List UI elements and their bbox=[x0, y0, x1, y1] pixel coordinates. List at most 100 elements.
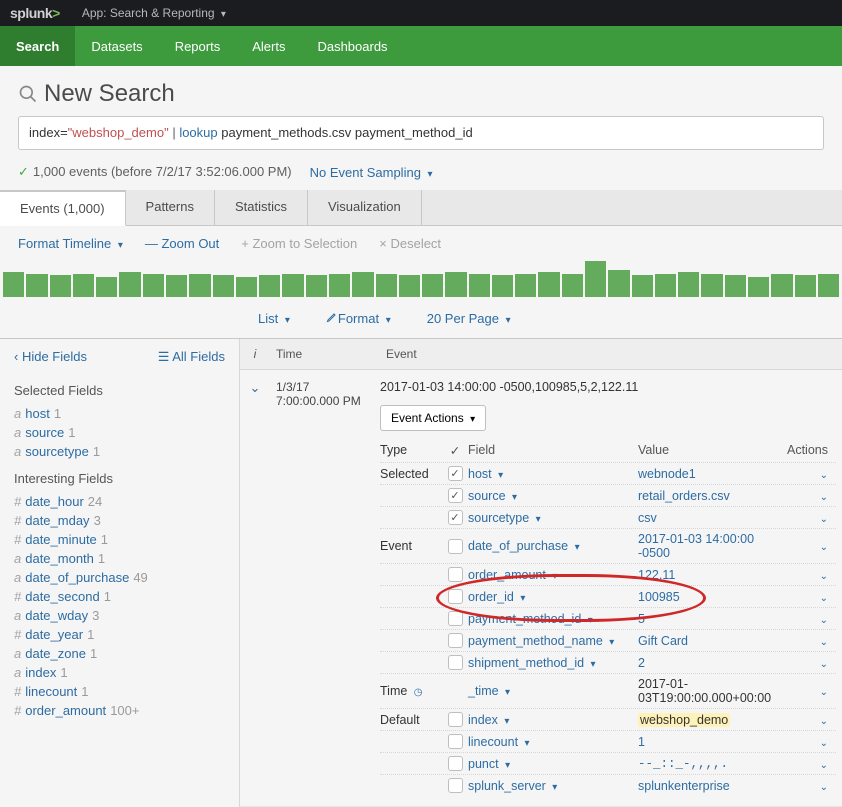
timeline-bar[interactable] bbox=[538, 272, 559, 297]
timeline-bar[interactable] bbox=[608, 270, 629, 298]
hide-fields[interactable]: ‹ Hide Fields bbox=[14, 349, 87, 365]
timeline-bar[interactable] bbox=[282, 274, 303, 297]
tab-patterns[interactable]: Patterns bbox=[126, 190, 215, 225]
col-time[interactable]: Time bbox=[270, 339, 380, 369]
timeline-bar[interactable] bbox=[492, 275, 513, 297]
interesting-field-date_month[interactable]: adate_month1 bbox=[14, 549, 225, 568]
field-value[interactable]: webshop_demo bbox=[638, 713, 784, 727]
format-events[interactable]: Format ▾ bbox=[326, 311, 391, 326]
selected-field-sourcetype[interactable]: asourcetype1 bbox=[14, 442, 225, 461]
field-value[interactable]: 5 bbox=[638, 612, 784, 626]
timeline-bar[interactable] bbox=[748, 277, 769, 297]
field-value[interactable]: 2 bbox=[638, 656, 784, 670]
event-raw[interactable]: 2017-01-03 14:00:00 -0500,100985,5,2,122… bbox=[380, 380, 836, 395]
field-name[interactable]: payment_method_id ▾ bbox=[468, 612, 638, 626]
field-name[interactable]: order_amount ▾ bbox=[468, 568, 638, 582]
field-actions[interactable]: ⌄ bbox=[784, 779, 836, 793]
nav-alerts[interactable]: Alerts bbox=[236, 26, 301, 66]
timeline-bar[interactable] bbox=[701, 274, 722, 297]
interesting-field-linecount[interactable]: #linecount1 bbox=[14, 682, 225, 701]
field-checkbox[interactable] bbox=[448, 466, 463, 481]
nav-dashboards[interactable]: Dashboards bbox=[301, 26, 403, 66]
interesting-field-date_mday[interactable]: #date_mday3 bbox=[14, 511, 225, 530]
zoom-out[interactable]: — Zoom Out bbox=[145, 236, 219, 251]
field-actions[interactable]: ⌄ bbox=[784, 467, 836, 481]
timeline-bar[interactable] bbox=[399, 275, 420, 297]
field-value[interactable]: splunkenterprise bbox=[638, 779, 784, 793]
timeline-bar[interactable] bbox=[189, 274, 210, 297]
field-value[interactable]: 100985 bbox=[638, 590, 784, 604]
field-actions[interactable]: ⌄ bbox=[784, 735, 836, 749]
timeline-bar[interactable] bbox=[306, 275, 327, 297]
interesting-field-index[interactable]: aindex1 bbox=[14, 663, 225, 682]
timeline-bar[interactable] bbox=[515, 274, 536, 297]
event-sampling[interactable]: No Event Sampling ▾ bbox=[310, 165, 433, 180]
per-page[interactable]: 20 Per Page ▾ bbox=[427, 311, 511, 326]
nav-reports[interactable]: Reports bbox=[159, 26, 237, 66]
interesting-field-date_minute[interactable]: #date_minute1 bbox=[14, 530, 225, 549]
field-value[interactable]: csv bbox=[638, 511, 784, 525]
timeline-bar[interactable] bbox=[143, 274, 164, 297]
field-actions[interactable]: ⌄ bbox=[784, 489, 836, 503]
timeline-bar[interactable] bbox=[585, 261, 606, 297]
timeline-bar[interactable] bbox=[236, 277, 257, 297]
field-value[interactable]: --_::_-,,,,. bbox=[638, 757, 784, 771]
all-fields[interactable]: ☰ All Fields bbox=[158, 349, 225, 365]
field-name[interactable]: payment_method_name ▾ bbox=[468, 634, 638, 648]
field-name[interactable]: shipment_method_id ▾ bbox=[468, 656, 638, 670]
field-name[interactable]: host ▾ bbox=[468, 467, 638, 481]
field-checkbox[interactable] bbox=[448, 510, 463, 525]
field-name[interactable]: sourcetype ▾ bbox=[468, 511, 638, 525]
tab-statistics[interactable]: Statistics bbox=[215, 190, 308, 225]
field-actions[interactable]: ⌄ bbox=[784, 511, 836, 525]
timeline-bar[interactable] bbox=[795, 275, 816, 297]
timeline-bar[interactable] bbox=[3, 272, 24, 297]
field-name[interactable]: punct ▾ bbox=[468, 757, 638, 771]
timeline-bar[interactable] bbox=[678, 272, 699, 297]
field-actions[interactable]: ⌄ bbox=[784, 612, 836, 626]
timeline-bar[interactable] bbox=[119, 272, 140, 297]
nav-datasets[interactable]: Datasets bbox=[75, 26, 158, 66]
field-checkbox[interactable] bbox=[448, 756, 463, 771]
timeline-bar[interactable] bbox=[771, 274, 792, 297]
timeline-bar[interactable] bbox=[213, 275, 234, 297]
field-value[interactable]: webnode1 bbox=[638, 467, 784, 481]
tab-visualization[interactable]: Visualization bbox=[308, 190, 422, 225]
tab-events[interactable]: Events (1,000) bbox=[0, 190, 126, 226]
field-checkbox[interactable] bbox=[448, 633, 463, 648]
field-name[interactable]: index ▾ bbox=[468, 713, 638, 727]
interesting-field-date_wday[interactable]: adate_wday3 bbox=[14, 606, 225, 625]
field-actions[interactable]: ⌄ bbox=[784, 757, 836, 771]
field-actions[interactable]: ⌄ bbox=[784, 656, 836, 670]
timeline-bar[interactable] bbox=[632, 275, 653, 297]
field-value[interactable]: 2017-01-03 14:00:00 -0500 bbox=[638, 532, 784, 560]
interesting-field-date_second[interactable]: #date_second1 bbox=[14, 587, 225, 606]
selected-field-source[interactable]: asource1 bbox=[14, 423, 225, 442]
field-name[interactable]: order_id ▾ bbox=[468, 590, 638, 604]
timeline-bar[interactable] bbox=[259, 275, 280, 297]
list-mode[interactable]: List ▾ bbox=[258, 311, 290, 326]
timeline-bar[interactable] bbox=[73, 274, 94, 297]
timeline-bar[interactable] bbox=[376, 274, 397, 297]
field-actions[interactable]: ⌄ bbox=[784, 539, 836, 553]
timeline-bar[interactable] bbox=[818, 274, 839, 297]
field-value[interactable]: 2017-01-03T19:00:00.000+00:00 bbox=[638, 677, 784, 705]
field-name[interactable]: date_of_purchase ▾ bbox=[468, 539, 638, 553]
timeline-bar[interactable] bbox=[562, 274, 583, 297]
event-actions-button[interactable]: Event Actions ▾ bbox=[380, 405, 486, 431]
field-checkbox[interactable] bbox=[448, 778, 463, 793]
field-checkbox[interactable] bbox=[448, 712, 463, 727]
field-name[interactable]: _time ▾ bbox=[468, 684, 638, 698]
expand-toggle[interactable]: ⌄ bbox=[240, 370, 270, 806]
field-name[interactable]: linecount ▾ bbox=[468, 735, 638, 749]
field-value[interactable]: retail_orders.csv bbox=[638, 489, 784, 503]
timeline-bar[interactable] bbox=[50, 275, 71, 297]
interesting-field-date_year[interactable]: #date_year1 bbox=[14, 625, 225, 644]
field-name[interactable]: splunk_server ▾ bbox=[468, 779, 638, 793]
field-checkbox[interactable] bbox=[448, 589, 463, 604]
timeline-chart[interactable] bbox=[0, 261, 842, 299]
field-actions[interactable]: ⌄ bbox=[784, 634, 836, 648]
timeline-bar[interactable] bbox=[445, 272, 466, 297]
field-name[interactable]: source ▾ bbox=[468, 489, 638, 503]
interesting-field-date_of_purchase[interactable]: adate_of_purchase49 bbox=[14, 568, 225, 587]
